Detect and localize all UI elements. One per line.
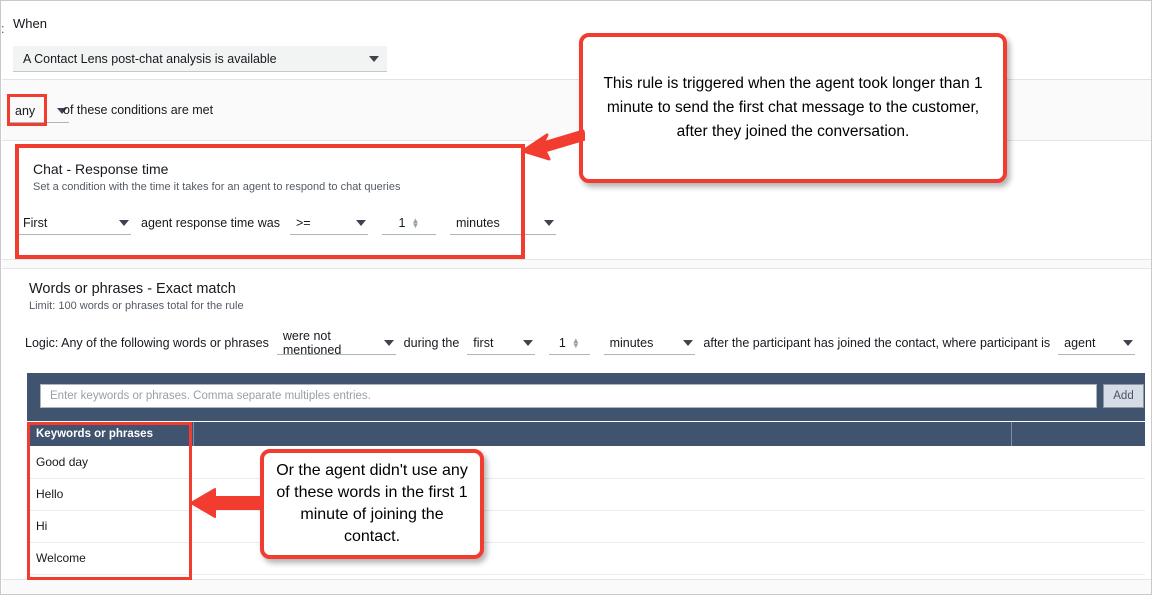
column-header-blank-2[interactable] xyxy=(1011,422,1145,446)
table-row[interactable]: Good day xyxy=(27,446,1145,479)
chat-middle-label: agent response time was xyxy=(141,216,280,230)
cell-blank-2 xyxy=(1011,446,1145,479)
when-label: When xyxy=(13,16,47,31)
participant-value: agent xyxy=(1064,335,1096,350)
cell-keyword: Welcome xyxy=(27,542,193,575)
keyword-input[interactable]: Enter keywords or phrases. Comma separat… xyxy=(40,384,1097,408)
section-divider-strip xyxy=(2,259,1151,269)
words-phrases-logic-row: Logic: Any of the following words or phr… xyxy=(25,328,1135,357)
chat-occurrence-value: First xyxy=(23,215,48,230)
add-keyword-button[interactable]: Add xyxy=(1103,384,1144,408)
stepper-icon[interactable]: ▲ ▼ xyxy=(572,336,580,349)
condition-match-value: any xyxy=(15,103,36,118)
words-phrases-subtitle: Limit: 100 words or phrases total for th… xyxy=(29,300,244,312)
chat-operator-value: >= xyxy=(295,215,311,230)
chat-response-time-title: Chat - Response time xyxy=(33,161,169,177)
callout-words-explanation: Or the agent didn't use any of these wor… xyxy=(260,449,484,559)
chat-response-time-subtitle: Set a condition with the time it takes f… xyxy=(33,181,401,193)
mention-value: were not mentioned xyxy=(282,328,342,357)
mention-select[interactable]: were not mentioned xyxy=(276,328,396,357)
chevron-down-icon xyxy=(119,219,129,226)
chat-response-time-row: First agent response time was >= 1 ▲ ▼ mi… xyxy=(17,211,556,235)
words-amount-value: 1 xyxy=(558,335,566,350)
column-header-blank-1[interactable] xyxy=(193,422,1012,446)
after-label: after the participant has joined the con… xyxy=(703,336,1051,350)
chat-response-time-card: Chat - Response time Set a condition wit… xyxy=(17,147,523,257)
cell-keyword: Hello xyxy=(27,478,193,511)
words-unit-select[interactable]: minutes xyxy=(603,331,696,355)
column-header-keywords[interactable]: Keywords or phrases xyxy=(27,422,194,446)
rule-builder-screen: When A Contact Lens post-chat analysis i… xyxy=(0,0,1152,595)
chat-operator-select[interactable]: >= xyxy=(289,211,368,235)
callout-rule-text: This rule is triggered when the agent to… xyxy=(603,75,983,140)
words-unit-value: minutes xyxy=(609,335,654,350)
callout-words-text: Or the agent didn't use any of these wor… xyxy=(276,462,468,545)
chevron-down-icon xyxy=(523,339,534,346)
chevron-down-icon xyxy=(355,219,366,226)
during-label: during the xyxy=(403,336,460,350)
chevron-down-icon xyxy=(543,219,554,226)
ordinal-select[interactable]: first xyxy=(467,331,536,355)
table-header-row: Keywords or phrases xyxy=(27,422,1145,446)
participant-select[interactable]: agent xyxy=(1058,331,1135,355)
cell-blank-2 xyxy=(1011,510,1145,543)
chat-amount-input[interactable]: 1 ▲ ▼ xyxy=(381,211,436,235)
cell-blank-2 xyxy=(1011,478,1145,511)
when-trigger-select[interactable]: A Contact Lens post-chat analysis is ava… xyxy=(13,46,387,72)
cell-keyword: Hi xyxy=(27,510,193,543)
chat-amount-value: 1 xyxy=(398,215,406,230)
keywords-table: Keywords or phrases Good day Hello Hi We… xyxy=(27,422,1145,575)
table-row[interactable]: Hi xyxy=(27,510,1145,543)
chevron-down-icon xyxy=(383,339,394,346)
cell-blank-2 xyxy=(1011,542,1145,575)
chevron-down-icon xyxy=(369,55,379,62)
chat-unit-value: minutes xyxy=(455,215,500,230)
chevron-down-icon xyxy=(683,339,694,346)
condition-match-select[interactable]: any xyxy=(9,99,69,123)
when-trigger-value: A Contact Lens post-chat analysis is ava… xyxy=(23,51,277,66)
keyword-input-placeholder: Enter keywords or phrases. Comma separat… xyxy=(50,390,371,402)
chat-occurrence-select[interactable]: First xyxy=(17,211,131,235)
words-amount-input[interactable]: 1 ▲ ▼ xyxy=(549,331,590,355)
table-row[interactable]: Welcome xyxy=(27,542,1145,575)
conditions-text: of these conditions are met xyxy=(63,103,214,117)
chevron-down-icon xyxy=(1123,339,1133,346)
callout-rule-explanation: This rule is triggered when the agent to… xyxy=(579,33,1007,183)
bottom-strip xyxy=(2,579,1151,594)
cell-keyword: Good day xyxy=(27,446,193,479)
words-phrases-title: Words or phrases - Exact match xyxy=(29,281,236,297)
ordinal-value: first xyxy=(473,335,494,350)
conditions-prefix: : xyxy=(1,22,5,36)
stepper-icon[interactable]: ▲ ▼ xyxy=(411,216,419,229)
logic-label: Logic: Any of the following words or phr… xyxy=(25,336,269,350)
chat-unit-select[interactable]: minutes xyxy=(449,211,556,235)
table-row[interactable]: Hello xyxy=(27,478,1145,511)
